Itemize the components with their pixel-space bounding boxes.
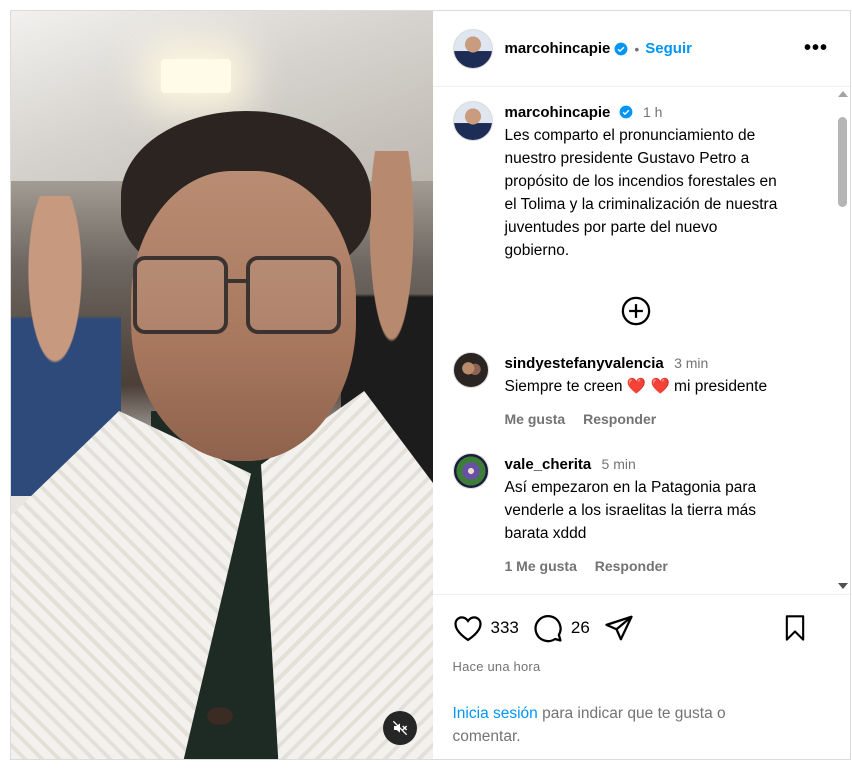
caption-body: marcohincapie 1 h Les comparto el pronun… (505, 101, 778, 262)
post-dialog: marcohincapie • Seguir ••• marcohincapie (10, 10, 851, 760)
comment-body: sindyestefanyvalencia 3 min Siempre te c… (505, 352, 768, 431)
video-subject-glasses (246, 256, 341, 334)
author-avatar[interactable] (452, 101, 493, 141)
comment-reply-button[interactable]: Responder (583, 411, 656, 427)
video-subject-button (207, 707, 233, 725)
load-more-comments[interactable] (453, 296, 821, 326)
caption-line: Les comparto el pronunciamiento de (504, 127, 756, 144)
comment-time[interactable]: 5 min (602, 456, 636, 472)
comments-scrollbar[interactable] (836, 89, 848, 589)
post-timestamp[interactable]: Hace una hora (453, 659, 831, 674)
comments-section[interactable]: marcohincapie 1 h Les comparto el pronun… (433, 87, 851, 594)
comment-username[interactable]: vale_cherita (505, 456, 592, 473)
post-video[interactable] (11, 11, 433, 759)
comment-item: sindyestefanyvalencia 3 min Siempre te c… (452, 352, 821, 431)
comment-like-count[interactable]: 1 Me gusta (505, 558, 577, 574)
comment-text-line: barata xddd (504, 525, 587, 542)
more-options-icon[interactable]: ••• (804, 37, 828, 60)
comment-time[interactable]: 3 min (674, 355, 708, 371)
commenter-avatar[interactable] (452, 352, 489, 388)
comment-reply-button[interactable]: Responder (595, 558, 668, 574)
comment-text-line: Así empezaron en la Patagonia para (504, 479, 757, 496)
comment-body: vale_cherita 5 min Así empezaron en la P… (505, 453, 757, 578)
comments-count[interactable]: 26 (571, 618, 590, 638)
caption-line: juventudes por parte del nuevo (504, 219, 718, 236)
follow-button[interactable]: Seguir (645, 40, 692, 57)
login-prompt-text: comentar. (452, 728, 521, 745)
post-side-panel: marcohincapie • Seguir ••• marcohincapie (432, 11, 851, 759)
comment-actions: Me gusta Responder (505, 408, 768, 431)
verified-badge-icon (614, 42, 628, 55)
action-bar: 333 26 (453, 611, 831, 645)
scroll-up-arrow-icon[interactable] (838, 91, 848, 97)
video-subject-glasses-bridge (226, 279, 248, 283)
author-avatar[interactable] (452, 28, 493, 69)
share-action (604, 613, 642, 643)
header-separator: • (634, 40, 640, 57)
login-prompt-text: para indicar que te gusta o (537, 705, 726, 722)
speaker-muted-icon (392, 720, 408, 736)
comment-like-button[interactable]: Me gusta (505, 411, 566, 427)
commenter-avatar[interactable] (452, 453, 489, 489)
video-subject-glasses (133, 256, 228, 334)
video-background-light (161, 59, 231, 93)
like-action: 333 (453, 614, 519, 642)
caption-line: propósito de los incendios forestales en (504, 173, 777, 190)
comment-item: vale_cherita 5 min Así empezaron en la P… (452, 453, 821, 578)
verified-badge-icon (619, 105, 633, 119)
post-caption: marcohincapie 1 h Les comparto el pronun… (452, 101, 821, 262)
caption-line: gobierno. (504, 242, 570, 259)
comment-text-line: venderle a los israelitas la tierra más (504, 502, 757, 519)
plus-circle-icon[interactable] (621, 296, 651, 326)
save-action (782, 614, 816, 642)
caption-username[interactable]: marcohincapie (505, 104, 611, 121)
post-footer: 333 26 Hace una hora Inicia sesión para … (432, 594, 850, 759)
author-username[interactable]: marcohincapie (505, 40, 611, 57)
heart-icon[interactable] (453, 614, 483, 642)
comment-text-part: mi presidente (669, 378, 768, 395)
login-link[interactable]: Inicia sesión (453, 705, 538, 722)
heart-emoji: ❤️ ❤️ (626, 378, 670, 395)
comment-action: 26 (533, 613, 590, 643)
bookmark-icon[interactable] (782, 614, 808, 642)
comment-text: Siempre te creen ❤️ ❤️ mi presidente (505, 375, 768, 398)
post-header: marcohincapie • Seguir ••• (432, 11, 850, 87)
mute-button[interactable] (383, 711, 417, 745)
comment-username[interactable]: sindyestefanyvalencia (505, 355, 664, 372)
caption-line: nuestro presidente Gustavo Petro a (504, 150, 750, 167)
comment-text-part: Siempre te creen (504, 378, 627, 395)
paper-plane-icon[interactable] (604, 613, 634, 643)
scroll-down-arrow-icon[interactable] (838, 583, 848, 589)
caption-line: el Tolima y la criminalización de nuestr… (504, 196, 778, 213)
comment-bubble-icon[interactable] (533, 613, 563, 643)
likes-count[interactable]: 333 (491, 618, 519, 638)
caption-time[interactable]: 1 h (643, 104, 662, 120)
scrollbar-thumb[interactable] (838, 117, 847, 207)
login-prompt: Inicia sesión para indicar que te gusta … (453, 702, 773, 748)
comment-actions: 1 Me gusta Responder (505, 555, 757, 578)
